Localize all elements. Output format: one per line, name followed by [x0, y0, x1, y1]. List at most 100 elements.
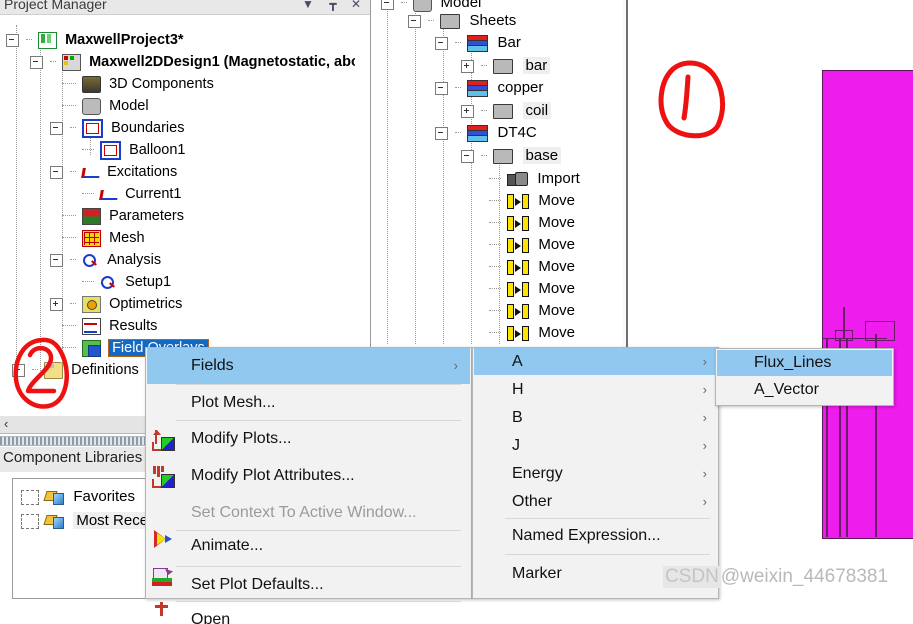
menu-item-plot-mesh[interactable]: Plot Mesh... — [147, 385, 470, 421]
history-item-move[interactable]: Move — [489, 300, 575, 322]
excitations-icon — [82, 164, 100, 180]
dropdown-icon[interactable]: ▼ — [300, 0, 316, 12]
history-item-move[interactable]: Move — [489, 278, 575, 300]
tree-dash — [428, 20, 435, 22]
close-icon[interactable]: ✕ — [348, 0, 364, 12]
tree-item-label: 3D Components — [109, 76, 214, 93]
tree-dash — [70, 303, 77, 305]
tree-dash — [489, 178, 501, 180]
submenu-item-label: Energy — [512, 465, 563, 482]
submenu-item-label: Other — [512, 493, 553, 510]
tree-item-analysis[interactable]: Analysis — [50, 249, 161, 271]
tree-item-parameters[interactable]: Parameters — [62, 205, 184, 227]
library-item-favorites[interactable]: Favorites — [21, 485, 135, 509]
history-item-label: Import — [537, 170, 580, 187]
expander-minus-icon[interactable] — [435, 126, 448, 140]
history-item-bar-group[interactable]: Bar — [435, 32, 521, 54]
tree-item-3d-components[interactable]: 3D Components — [62, 73, 214, 95]
history-item-label: Move — [538, 280, 576, 297]
fields-submenu[interactable]: A › H › B › J › Energy › Other › Named E… — [472, 347, 719, 599]
submenu-item-other[interactable]: Other › — [474, 488, 717, 515]
expander-plus-icon[interactable] — [50, 297, 63, 311]
history-item-move[interactable]: Move — [489, 190, 575, 212]
tree-item-setup1[interactable]: Setup1 — [82, 271, 171, 293]
animate-icon — [152, 528, 174, 548]
tree-dash — [62, 83, 76, 85]
expander-minus-icon[interactable] — [408, 14, 421, 28]
history-item-base[interactable]: base — [461, 145, 562, 167]
tree-item-excitations[interactable]: Excitations — [50, 161, 177, 183]
project-manager-titlebar: Project Manager ▼ ┳ ✕ — [0, 0, 370, 15]
tree-item-current1[interactable]: Current1 — [82, 183, 181, 205]
expander-minus-icon[interactable] — [435, 36, 448, 50]
menu-item-modify-plots[interactable]: Modify Plots... — [147, 421, 470, 457]
expander-minus-icon[interactable] — [50, 253, 63, 267]
expander-minus-icon[interactable] — [381, 0, 394, 10]
tree-item-design[interactable]: Maxwell2DDesign1 (Magnetostatic, about Z — [30, 51, 355, 73]
tree-item-project[interactable]: MaxwellProject3* — [6, 29, 184, 51]
expander-minus-icon[interactable] — [6, 33, 19, 47]
menu-item-fields[interactable]: Fields › — [147, 348, 470, 384]
tree-dash — [82, 149, 94, 151]
move-icon — [507, 326, 530, 342]
history-item-bar[interactable]: bar — [461, 55, 551, 77]
history-item-label: Sheets — [469, 12, 517, 29]
expander-plus-icon[interactable] — [461, 59, 474, 73]
history-item-move[interactable]: Move — [489, 322, 575, 344]
tree-dash — [70, 259, 77, 261]
menu-separator — [505, 554, 710, 555]
tree-item-balloon1[interactable]: Balloon1 — [82, 139, 186, 161]
tree-dash — [481, 65, 488, 67]
submenu-item-flux-lines[interactable]: Flux_Lines — [717, 350, 892, 376]
context-menu[interactable]: Fields › Plot Mesh... Modify Plots... Mo… — [145, 347, 472, 624]
sheet-icon — [493, 58, 514, 74]
submenu-item-a-vector[interactable]: A_Vector — [717, 377, 892, 403]
a-submenu[interactable]: Flux_Lines A_Vector — [715, 348, 894, 406]
expander-minus-icon[interactable] — [50, 121, 63, 135]
history-item-move[interactable]: Move — [489, 212, 575, 234]
tree-item-mesh[interactable]: Mesh — [62, 227, 145, 249]
history-item-move[interactable]: Move — [489, 234, 575, 256]
history-item-coil[interactable]: coil — [461, 100, 552, 122]
tree-item-boundaries[interactable]: Boundaries — [50, 117, 184, 139]
pin-icon[interactable]: ┳ — [325, 0, 341, 12]
menu-item-modify-plot-attributes[interactable]: Modify Plot Attributes... — [147, 458, 470, 494]
tree-item-model[interactable]: Model — [62, 95, 149, 117]
history-item-move[interactable]: Move — [489, 256, 575, 278]
tree-item-optimetrics[interactable]: Optimetrics — [50, 293, 182, 315]
chevron-left-icon[interactable]: ‹ — [4, 416, 8, 431]
expander-minus-icon[interactable] — [461, 149, 474, 163]
history-item-copper-group[interactable]: copper — [435, 77, 543, 99]
watermark-text: @weixin_44678381 — [720, 566, 889, 587]
expander-plus-icon[interactable] — [461, 104, 474, 118]
submenu-item-named-expression[interactable]: Named Expression... — [474, 522, 717, 549]
menu-item-set-plot-defaults[interactable]: Set Plot Defaults... — [147, 550, 470, 593]
history-tree-panel[interactable]: Model Sheets Bar bar copper coil DT4C ba… — [371, 0, 623, 347]
submenu-item-b[interactable]: B › — [474, 404, 717, 431]
chevron-right-icon: › — [453, 358, 458, 373]
history-item-sheets[interactable]: Sheets — [408, 10, 516, 32]
submenu-item-label: Marker — [512, 565, 562, 582]
move-icon — [507, 238, 530, 254]
watermark: CSDN @weixin_44678381 — [663, 566, 888, 588]
submenu-item-energy[interactable]: Energy › — [474, 460, 717, 487]
expander-minus-icon[interactable] — [435, 81, 448, 95]
expander-minus-icon[interactable] — [50, 165, 63, 179]
history-item-import[interactable]: Import — [489, 168, 580, 190]
tree-item-label: MaxwellProject3* — [65, 32, 184, 49]
tree-connector — [387, 0, 389, 344]
menu-item-label: Open — [191, 611, 231, 624]
menu-item-animate[interactable]: Animate... — [147, 514, 470, 554]
menu-item-open[interactable]: Open — [147, 588, 470, 624]
menu-item-label: Plot Mesh... — [191, 394, 276, 411]
history-item-dt4c-group[interactable]: DT4C — [435, 122, 537, 144]
submenu-item-h[interactable]: H › — [474, 376, 717, 403]
expander-minus-icon[interactable] — [30, 55, 43, 69]
parameters-icon — [82, 207, 102, 225]
submenu-item-a[interactable]: A › — [474, 348, 717, 375]
menu-item-label: Modify Plot Attributes... — [191, 467, 355, 484]
submenu-item-j[interactable]: J › — [474, 432, 717, 459]
model-shape-magenta — [822, 70, 913, 539]
submenu-item-label: A_Vector — [754, 381, 819, 398]
tree-item-label: Excitations — [107, 164, 178, 181]
